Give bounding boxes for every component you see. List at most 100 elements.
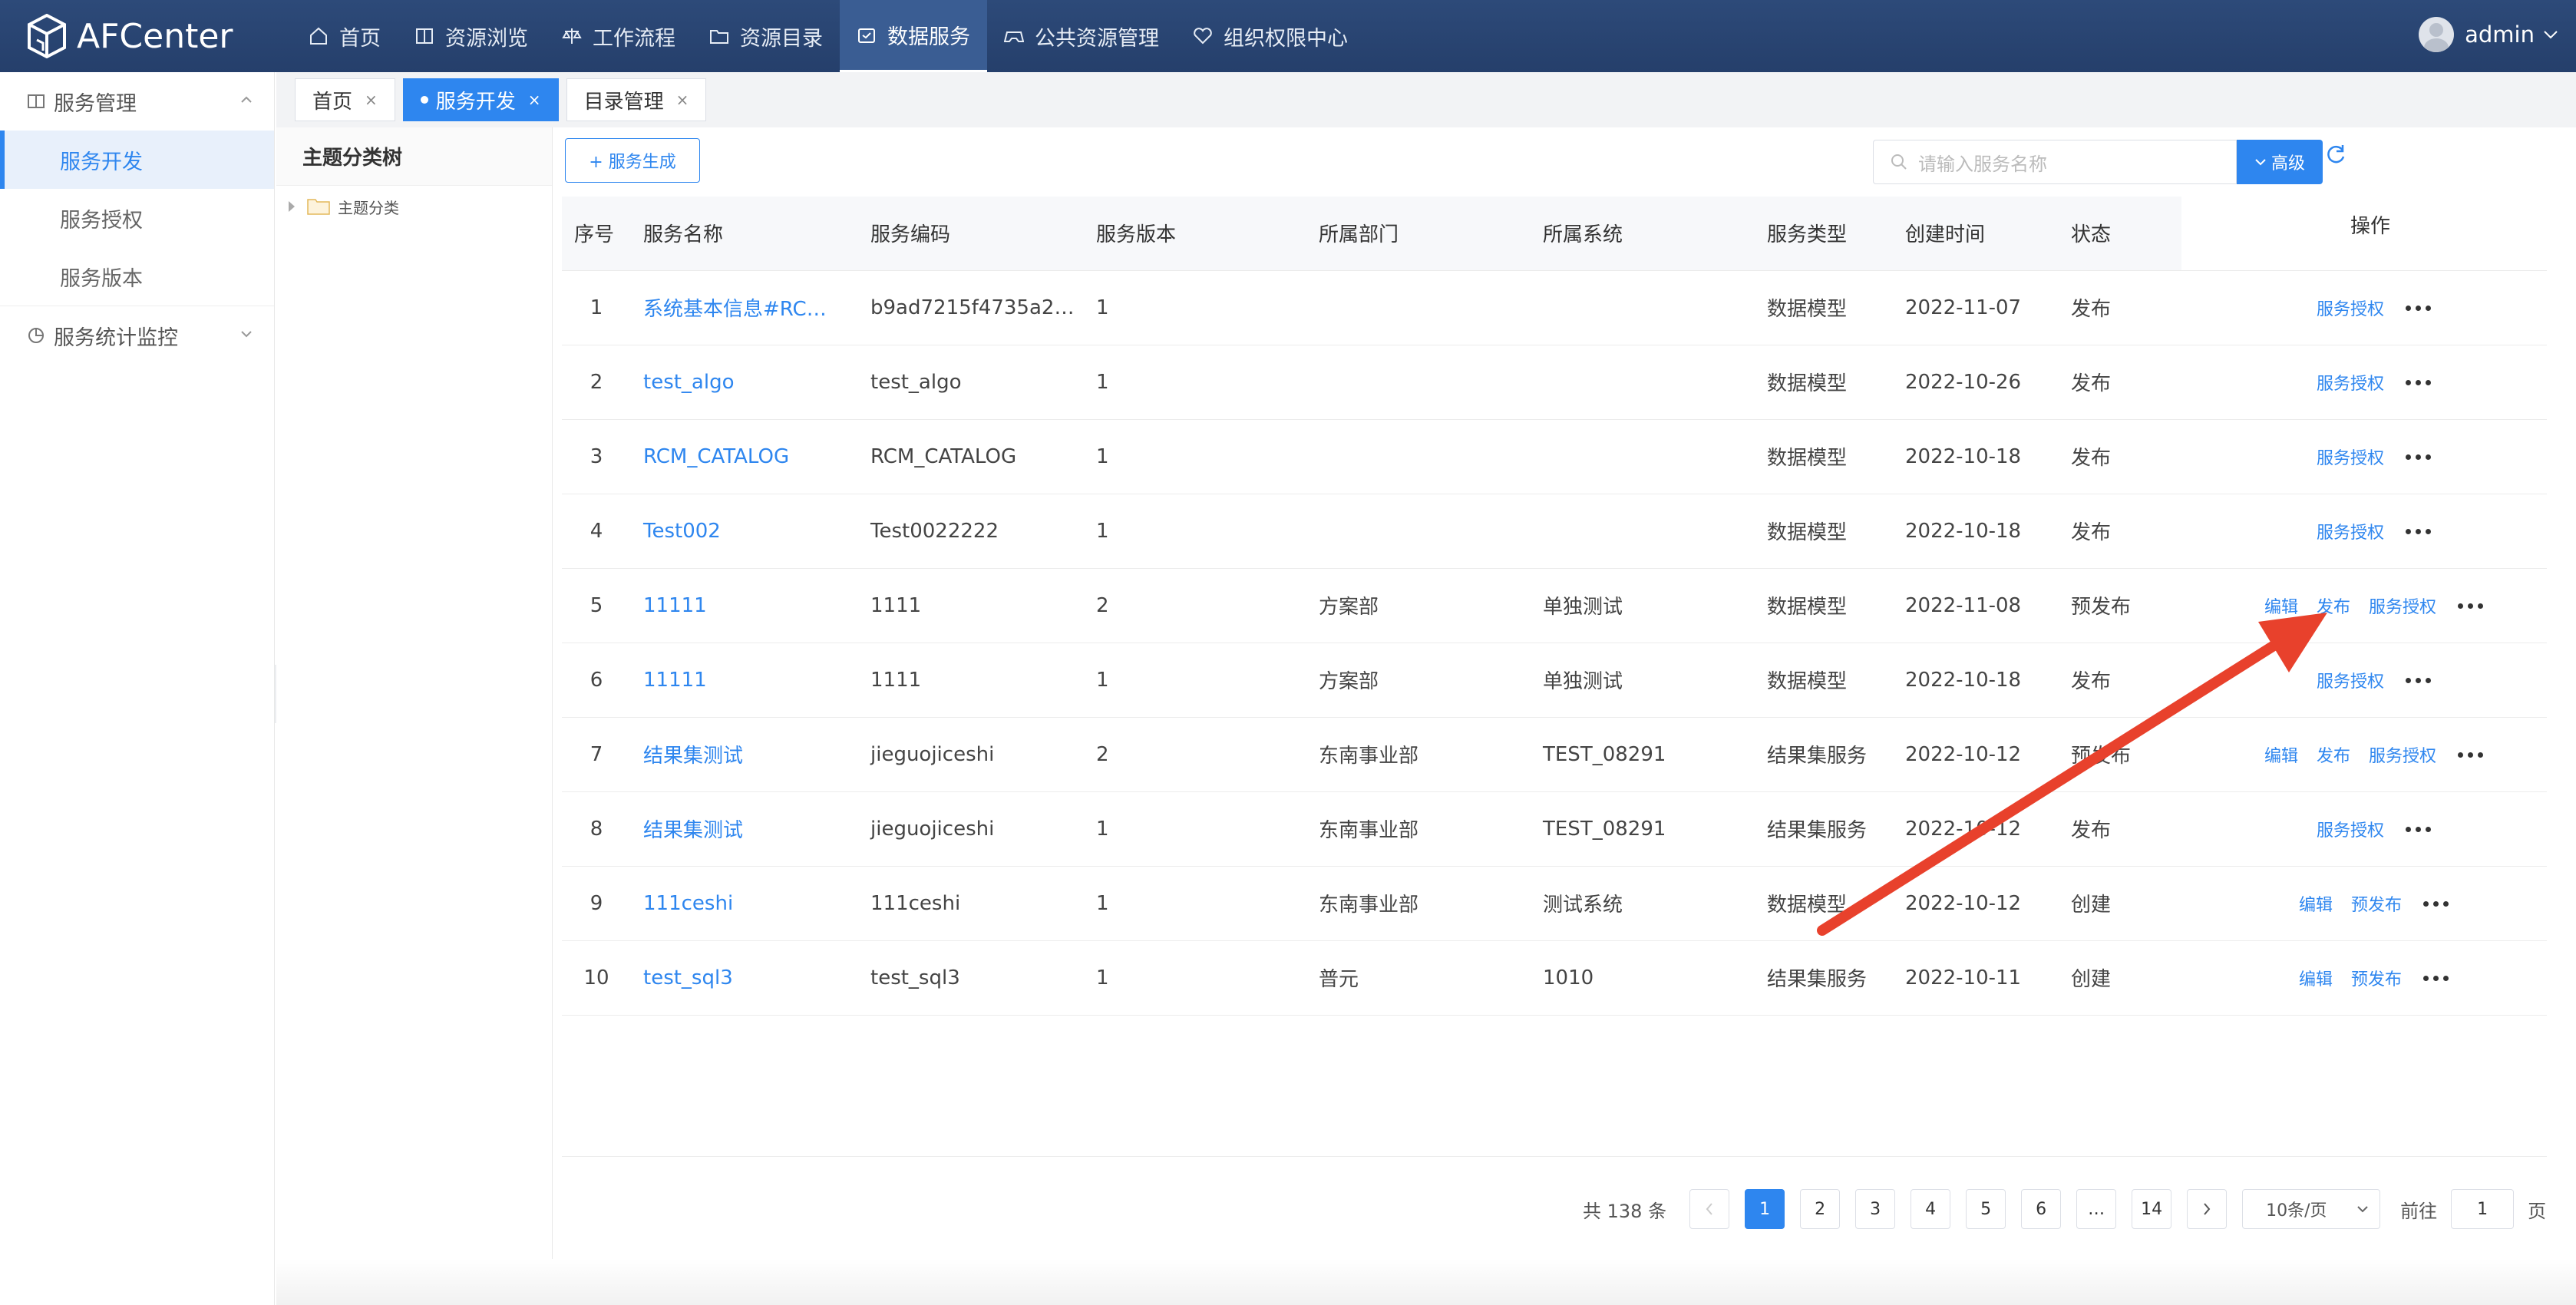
chevron-right-icon [2204, 1203, 2211, 1215]
table-row: 2 test_algo test_algo 1 数据模型 2022-10-26 发布 服务授权 [562, 345, 2547, 420]
more-actions-icon[interactable] [2406, 378, 2433, 388]
sidebar-item-service-auth[interactable]: 服务授权 [0, 189, 274, 247]
page-button[interactable]: 5 [1966, 1189, 2006, 1229]
close-icon[interactable]: × [365, 91, 378, 109]
row-action-link[interactable]: 服务授权 [2317, 524, 2384, 543]
service-name-link[interactable]: 结果集测试 [631, 791, 858, 867]
gamepad-icon [1004, 31, 1024, 42]
row-action-link[interactable]: 编辑 [2299, 970, 2333, 989]
refresh-icon[interactable] [2324, 143, 2347, 166]
tab-home[interactable]: 首页 × [295, 78, 395, 121]
row-action-link[interactable]: 编辑 [2264, 747, 2298, 766]
row-action-link[interactable]: 服务授权 [2369, 747, 2436, 766]
department: 东南事业部 [1306, 866, 1531, 941]
service-version: 1 [1084, 866, 1306, 941]
top-bar: AFCenter 首页 资源浏览 工作流程 资源目录 数据服务 公共资源管理 组… [0, 0, 2576, 72]
row-action-link[interactable]: 服务授权 [2317, 375, 2384, 394]
row-action-link[interactable]: 编辑 [2264, 598, 2298, 617]
sidebar-group-service-management[interactable]: 服务管理 [0, 72, 274, 130]
row-action-link[interactable]: 服务授权 [2317, 672, 2384, 692]
more-actions-icon[interactable] [2406, 453, 2433, 462]
created-date: 2022-10-12 [1893, 791, 2059, 867]
service-name-link[interactable]: RCM_CATALOG [631, 419, 858, 494]
more-dot [2416, 827, 2421, 832]
row-action-link[interactable]: 服务授权 [2369, 598, 2436, 617]
nav-item-workflow[interactable]: 工作流程 [545, 0, 692, 72]
more-actions-icon[interactable] [2458, 602, 2485, 611]
tab-service-dev[interactable]: 服务开发 × [402, 78, 559, 121]
row-action-link[interactable]: 发布 [2317, 747, 2350, 766]
sidebar-item-service-version[interactable]: 服务版本 [0, 247, 274, 306]
advanced-search-button[interactable]: 高级 [2237, 140, 2323, 184]
sidebar-group-service-monitor[interactable]: 服务统计监控 [0, 306, 274, 365]
column-header: 状态 [2059, 197, 2181, 271]
more-dot [2406, 529, 2411, 534]
page-button[interactable]: 3 [1855, 1189, 1896, 1229]
service-code: b9ad7215f4735a2… [858, 270, 1084, 345]
nav-item-resource-catalog[interactable]: 资源目录 [692, 0, 840, 72]
chevron-down-icon [2544, 31, 2558, 39]
page-button[interactable]: 4 [1911, 1189, 1951, 1229]
service-code: jieguojiceshi [858, 717, 1084, 792]
department: 东南事业部 [1306, 791, 1531, 867]
service-name-link[interactable]: 结果集测试 [631, 717, 858, 792]
prev-page-button[interactable] [1689, 1189, 1730, 1229]
page-tabs: 首页 × 服务开发 × 目录管理 × [276, 72, 2576, 127]
generate-service-button[interactable]: + 服务生成 [565, 138, 700, 183]
goto-page-input[interactable]: 1 [2451, 1189, 2515, 1229]
nav-item-data-service[interactable]: 数据服务 [840, 0, 987, 72]
more-actions-icon[interactable] [2406, 825, 2433, 834]
sidebar-item-service-dev[interactable]: 服务开发 [0, 130, 274, 189]
more-actions-icon[interactable] [2406, 304, 2433, 313]
sidebar-group-label: 服务管理 [54, 91, 137, 116]
service-name-link[interactable]: 11111 [631, 643, 858, 718]
service-name-link[interactable]: 11111 [631, 568, 858, 643]
app-logo[interactable]: AFCenter [26, 14, 233, 58]
row-action-link[interactable]: 编辑 [2299, 896, 2333, 915]
service-name-link[interactable]: 系统基本信息#RC… [631, 270, 858, 345]
nav-item-public-resource[interactable]: 公共资源管理 [987, 0, 1176, 72]
row-index: 5 [562, 568, 631, 643]
page-button[interactable]: 6 [2021, 1189, 2062, 1229]
row-action-link[interactable]: 服务授权 [2317, 821, 2384, 841]
service-code: test_algo [858, 345, 1084, 420]
more-actions-icon[interactable] [2423, 974, 2451, 983]
page-size-select[interactable]: 10条/页 [2242, 1189, 2381, 1229]
more-actions-icon[interactable] [2423, 900, 2451, 909]
row-action-link[interactable]: 服务授权 [2317, 449, 2384, 468]
next-page-button[interactable] [2187, 1189, 2228, 1229]
tab-catalog-management[interactable]: 目录管理 × [566, 78, 707, 121]
close-icon[interactable]: × [676, 91, 689, 109]
more-actions-icon[interactable] [2406, 527, 2433, 537]
more-dot [2406, 678, 2411, 683]
nav-item-home[interactable]: 首页 [292, 0, 398, 72]
close-icon[interactable]: × [528, 91, 541, 109]
more-actions-icon[interactable] [2458, 751, 2485, 760]
system-name: 单独测试 [1531, 643, 1755, 718]
tab-label: 服务开发 [435, 90, 516, 114]
more-dot [2443, 976, 2449, 981]
service-name-link[interactable]: test_algo [631, 345, 858, 420]
row-action-link[interactable]: 预发布 [2351, 970, 2402, 989]
user-menu[interactable]: admin [2419, 17, 2561, 52]
more-actions-icon[interactable] [2406, 676, 2433, 686]
row-action-link[interactable]: 发布 [2317, 598, 2350, 617]
row-action-link[interactable]: 预发布 [2351, 896, 2402, 915]
page-button[interactable]: 1 [1745, 1189, 1785, 1229]
page-button[interactable]: 14 [2132, 1189, 2172, 1229]
service-code: jieguojiceshi [858, 791, 1084, 867]
nav-item-resource-browse[interactable]: 资源浏览 [398, 0, 545, 72]
expand-arrow-icon[interactable] [289, 201, 295, 212]
nav-item-org-permission[interactable]: 组织权限中心 [1176, 0, 1365, 72]
service-name-link[interactable]: test_sql3 [631, 940, 858, 1016]
row-index: 10 [562, 940, 631, 1016]
more-dot [2416, 529, 2421, 534]
tree-node-root[interactable]: 主题分类 [276, 186, 552, 227]
service-name-link[interactable]: Test002 [631, 494, 858, 569]
more-dot [2416, 678, 2421, 683]
page-button[interactable]: 2 [1800, 1189, 1841, 1229]
service-name-link[interactable]: 111ceshi [631, 866, 858, 941]
service-search-input[interactable]: 请输入服务名称 [1873, 140, 2237, 184]
row-action-link[interactable]: 服务授权 [2317, 300, 2384, 319]
page-button[interactable]: … [2076, 1189, 2117, 1229]
